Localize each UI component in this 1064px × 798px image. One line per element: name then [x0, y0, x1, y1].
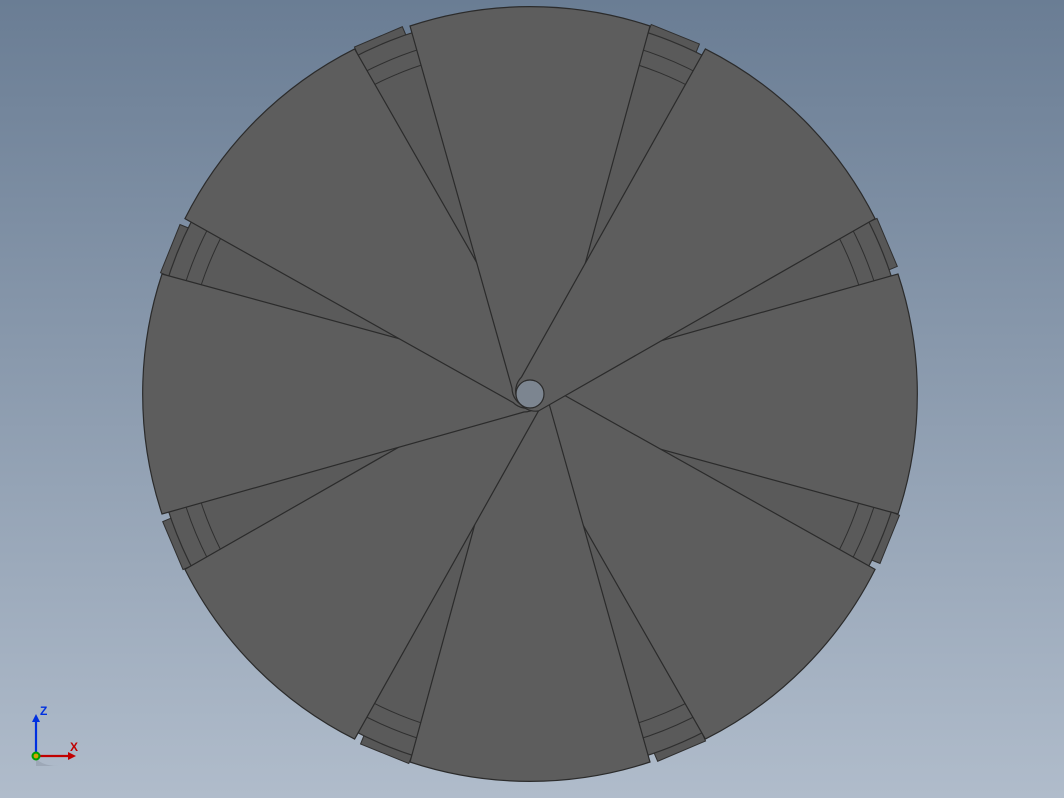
center-hole: [516, 380, 544, 408]
triad-origin-dot: [34, 754, 39, 759]
triad-x-label: X: [70, 740, 78, 754]
triad-z-axis: [32, 714, 40, 756]
view-triad[interactable]: X Z: [18, 710, 88, 770]
cad-viewport[interactable]: X Z: [0, 0, 1064, 798]
model-canvas[interactable]: [0, 0, 1064, 798]
model-root[interactable]: [143, 7, 918, 782]
triad-z-label: Z: [40, 704, 47, 718]
